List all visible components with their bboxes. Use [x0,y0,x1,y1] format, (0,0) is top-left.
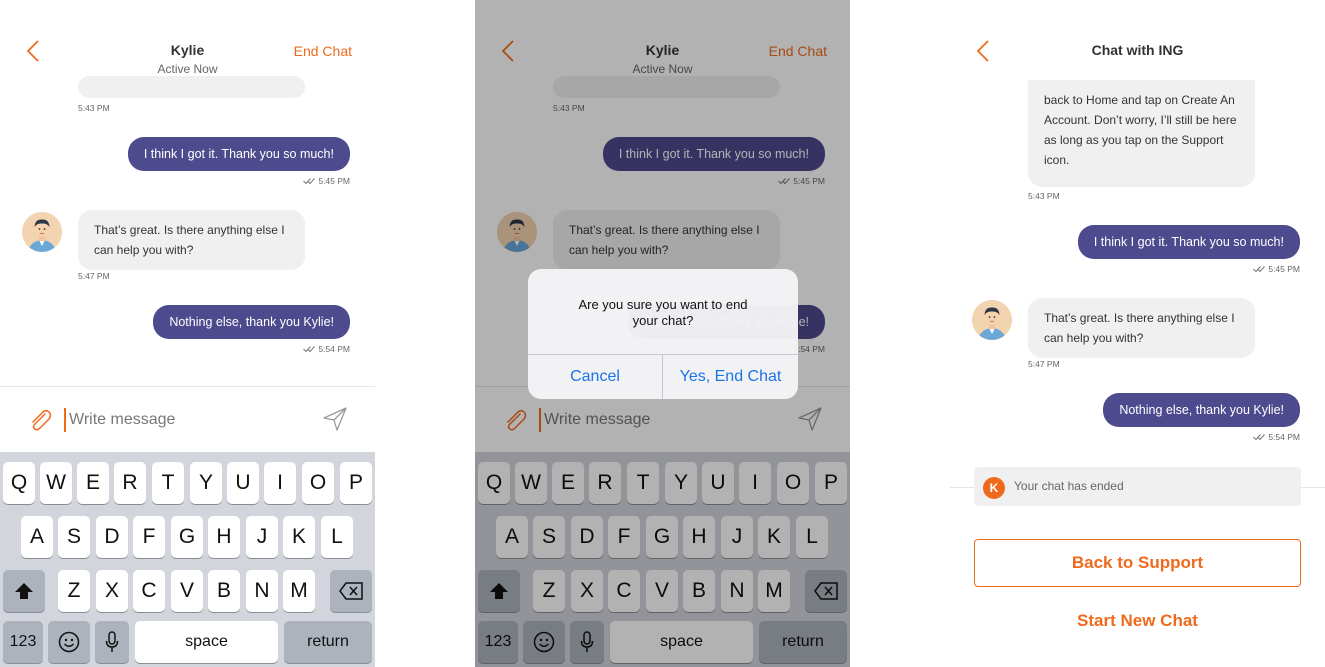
chat-header: Kylie Active Now End Chat [0,0,375,86]
message-bubble-incoming: back to Home and tap on Create An Accoun… [1028,80,1255,187]
numbers-key[interactable]: 123 [3,621,43,663]
microphone-key[interactable] [95,621,129,663]
end-chat-dialog: Are you sure you want to end your chat? … [528,269,798,399]
chat-ended-text: Your chat has ended [1014,479,1124,493]
back-to-support-button[interactable]: Back to Support [974,539,1301,587]
key[interactable]: Q [3,462,35,504]
double-check-icon [303,346,316,353]
message-bubble-outgoing: I think I got it. Thank you so much! [127,137,350,171]
key[interactable]: T [152,462,184,504]
key[interactable]: O [302,462,334,504]
message-time: 5:43 PM [78,103,110,113]
message-time: 5:47 PM [78,271,110,281]
key[interactable]: C [133,570,165,612]
space-key[interactable]: space [135,621,278,663]
message-input-bar [0,386,375,452]
key[interactable]: I [264,462,296,504]
key[interactable]: A [21,516,53,558]
message-time: 5:45 PM [1253,264,1300,274]
message-bubble-outgoing: Nothing else, thank you Kylie! [153,305,350,339]
key[interactable]: H [208,516,240,558]
chat-ended-screen: Chat with ING back to Home and tap on Cr… [950,0,1325,667]
key[interactable]: G [171,516,203,558]
start-new-chat-button[interactable]: Start New Chat [974,611,1301,631]
key[interactable]: S [58,516,90,558]
message-input[interactable] [69,408,299,432]
send-icon[interactable] [321,405,349,433]
double-check-icon [1253,434,1266,441]
key[interactable]: N [246,570,278,612]
chat-header: Chat with ING [950,0,1325,86]
confirm-end-chat-button[interactable]: Yes, End Chat [663,355,798,399]
key[interactable]: B [208,570,240,612]
message-time: 5:43 PM [1028,191,1060,201]
double-check-icon [303,178,316,185]
agent-status: Active Now [157,62,218,76]
shift-key[interactable] [3,570,45,612]
agent-avatar-icon [972,300,1012,340]
message-bubble-outgoing: Nothing else, thank you Kylie! [1103,393,1300,427]
message-time: 5:54 PM [303,344,350,354]
key[interactable]: R [114,462,146,504]
chat-screen: Kylie Active Now End Chat 5:43 PM I thin… [0,0,375,667]
emoji-key[interactable] [48,621,90,663]
dialog-message: Are you sure you want to end your chat? [578,297,748,328]
key[interactable]: M [283,570,315,612]
message-time: 5:45 PM [303,176,350,186]
on-screen-keyboard: Q W E R T Y U I O P A S D F G H J K L Z … [0,452,375,667]
message-bubble-incoming: That’s great. Is there anything else I c… [78,210,305,270]
microphone-icon [105,631,119,652]
key[interactable]: V [171,570,203,612]
chat-screen-end-confirm: Kylie Active Now End Chat 5:43 PM I thin… [475,0,850,667]
agent-avatar [972,300,1012,340]
message-time: 5:47 PM [1028,359,1060,369]
key[interactable]: D [96,516,128,558]
agent-initial-badge: K [983,477,1005,499]
message-bubble-outgoing: I think I got it. Thank you so much! [1077,225,1300,259]
key[interactable]: X [96,570,128,612]
chat-ended-notice: K Your chat has ended [974,467,1301,506]
key[interactable]: L [321,516,353,558]
key[interactable]: K [283,516,315,558]
key[interactable]: P [340,462,372,504]
text-cursor [64,408,66,432]
agent-avatar [22,212,62,252]
message-bubble-incoming [78,76,305,98]
key[interactable]: F [133,516,165,558]
key[interactable]: J [246,516,278,558]
key[interactable]: Z [58,570,90,612]
backspace-key[interactable] [330,570,372,612]
key[interactable]: E [77,462,109,504]
chat-title: Chat with ING [1091,42,1184,58]
message-bubble-incoming: That’s great. Is there anything else I c… [1028,298,1255,358]
message-time: 5:54 PM [1253,432,1300,442]
agent-avatar-icon [22,212,62,252]
double-check-icon [1253,266,1266,273]
backspace-icon [339,582,363,600]
emoji-icon [58,631,80,653]
key[interactable]: Y [190,462,222,504]
end-chat-button[interactable]: End Chat [294,43,352,59]
key[interactable]: U [227,462,259,504]
return-key[interactable]: return [284,621,372,663]
cancel-button[interactable]: Cancel [528,355,662,399]
attachment-icon[interactable] [28,407,52,433]
key[interactable]: W [40,462,72,504]
shift-arrow-icon [15,583,33,599]
